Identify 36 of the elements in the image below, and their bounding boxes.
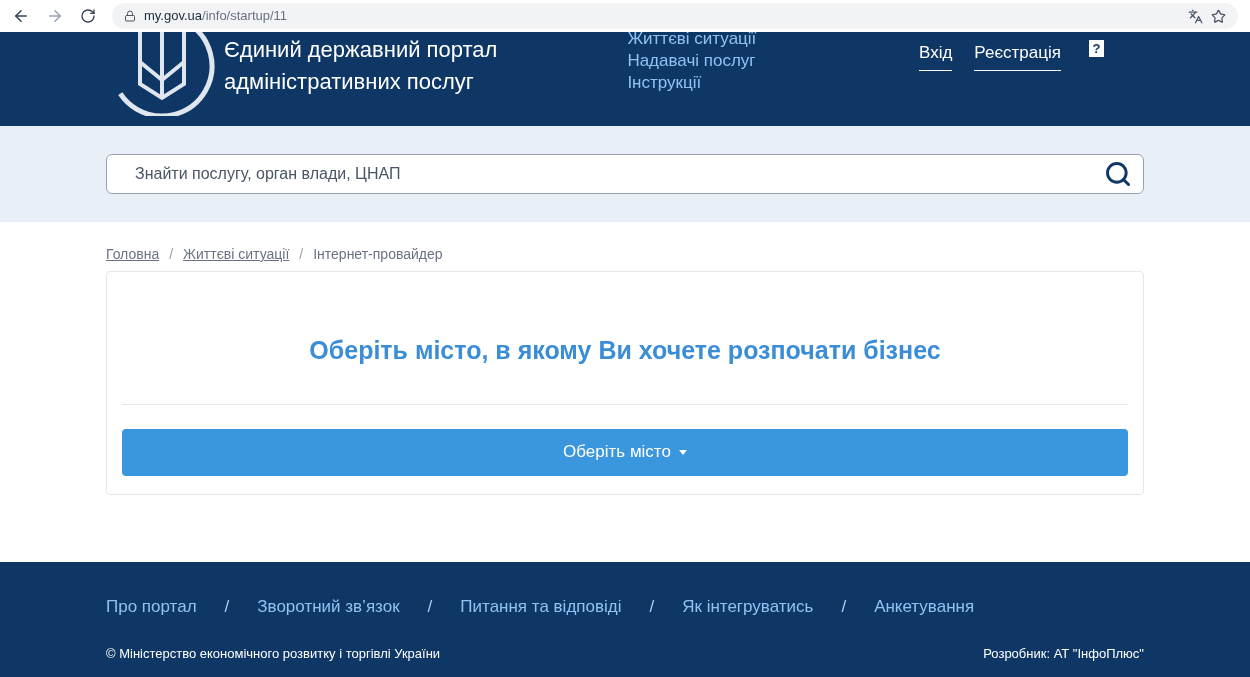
search-field[interactable]: Знайти послугу, орган влади, ЦНАП bbox=[106, 154, 1144, 194]
breadcrumb-separator: / bbox=[299, 245, 304, 264]
url-text: my.gov.ua/info/startup/11 bbox=[144, 7, 288, 26]
forward-icon[interactable] bbox=[46, 7, 64, 25]
translate-icon[interactable] bbox=[1188, 8, 1203, 24]
footer-link[interactable]: Зворотний зв’язок bbox=[257, 594, 400, 620]
footer-link[interactable]: Анкетування bbox=[874, 594, 975, 620]
footer-link[interactable]: Питання та відповіді bbox=[460, 594, 622, 620]
back-icon[interactable] bbox=[12, 7, 30, 25]
footer-link[interactable]: Про портал bbox=[106, 594, 197, 620]
address-bar[interactable]: my.gov.ua/info/startup/11 bbox=[112, 3, 1238, 29]
breadcrumb-link[interactable]: Головна bbox=[106, 244, 160, 265]
caret-icon bbox=[678, 449, 687, 455]
search-icon[interactable] bbox=[1104, 160, 1132, 188]
help-icon[interactable]: ? bbox=[1089, 40, 1104, 57]
footer-separator: / bbox=[427, 596, 433, 618]
footer-separator: / bbox=[224, 596, 230, 618]
lock-icon bbox=[124, 10, 136, 22]
footer-link[interactable]: Як інтегруватись bbox=[682, 594, 814, 620]
auth-link[interactable]: Реєстрація bbox=[974, 40, 1061, 71]
nav-link[interactable]: Надавачі послуг bbox=[627, 50, 757, 72]
portal-subtitle: адміністративних послуг bbox=[224, 68, 475, 96]
footer-separator: / bbox=[649, 596, 655, 618]
card-title: Оберіть місто, в якому Ви хочете розпочати бізнес bbox=[122, 272, 1128, 405]
copyright-text: © Міністерство економічного розвитку і торгівлі України bbox=[106, 644, 441, 663]
developer-text: Розробник: АТ "ІнфоПлюс" bbox=[983, 644, 1144, 663]
auth-link[interactable]: Вхід bbox=[919, 40, 953, 71]
nav-link[interactable]: Інструкції bbox=[627, 72, 757, 94]
breadcrumb-link[interactable]: Життєві ситуації bbox=[183, 244, 290, 265]
breadcrumb-current: Інтернет-провайдер bbox=[313, 245, 443, 264]
portal-title: Єдиний державний портал bbox=[224, 36, 498, 64]
nav-link[interactable]: Життєві ситуації bbox=[627, 32, 757, 50]
reload-icon[interactable] bbox=[80, 8, 96, 24]
bookmark-star-icon[interactable] bbox=[1211, 8, 1226, 24]
breadcrumb-separator: / bbox=[169, 245, 174, 264]
footer-separator: / bbox=[841, 596, 847, 618]
